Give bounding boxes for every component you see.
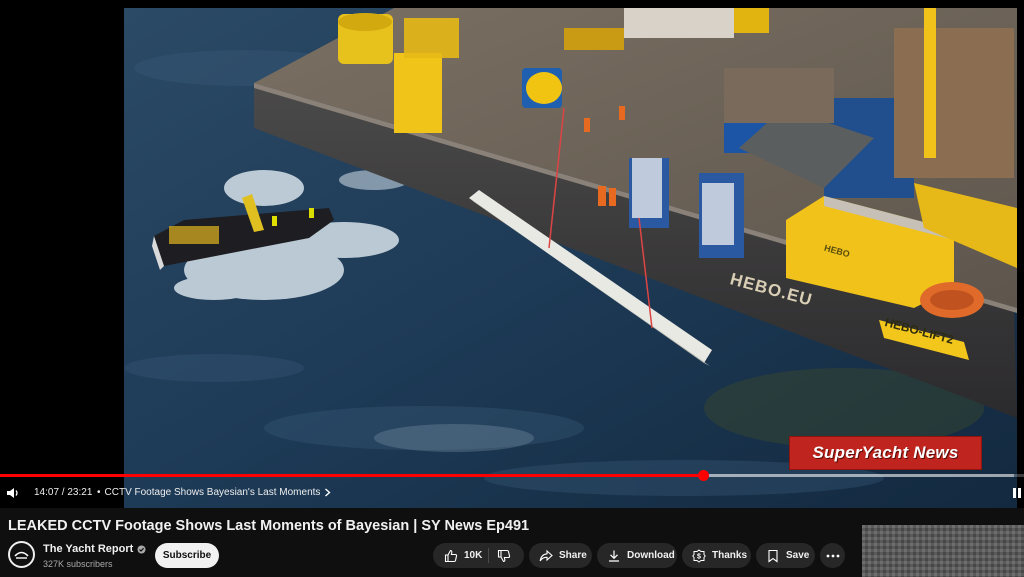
like-dislike-group: 10K <box>433 543 524 568</box>
thumbs-up-icon <box>444 549 458 562</box>
share-label: Share <box>559 550 587 561</box>
current-time: 14:07 <box>34 487 60 498</box>
volume-icon[interactable] <box>6 486 20 500</box>
video-title: LEAKED CCTV Footage Shows Last Moments o… <box>8 518 530 534</box>
svg-text:$: $ <box>697 553 701 560</box>
like-divider <box>488 548 489 563</box>
recommended-thumbnail[interactable] <box>862 525 1024 577</box>
video-scene <box>124 8 1017 508</box>
progress-bar[interactable] <box>0 470 1024 481</box>
more-actions-button[interactable] <box>820 543 845 568</box>
chapter-title: CCTV Footage Shows Bayesian's Last Momen… <box>104 487 321 498</box>
channel-avatar[interactable] <box>8 541 35 568</box>
duration: 23:21 <box>67 487 93 498</box>
dislike-button[interactable] <box>497 549 511 563</box>
bookmark-icon <box>768 549 778 563</box>
thanks-button[interactable]: $ Thanks <box>682 543 751 568</box>
verified-icon <box>137 545 146 553</box>
yacht-logo-icon <box>14 551 29 559</box>
share-button[interactable]: Share <box>529 543 592 568</box>
thanks-label: Thanks <box>712 550 748 561</box>
chevron-right-icon <box>325 488 331 497</box>
share-icon <box>539 549 553 561</box>
pause-icon[interactable] <box>1012 487 1022 499</box>
letterbox-right <box>1017 0 1024 508</box>
time-display: 14:07 / 23:21 <box>34 487 92 498</box>
download-label: Download <box>627 550 675 561</box>
video-player[interactable]: HEBO.EU HEBO-LIFT2 HEBO SuperYacht News … <box>0 0 1024 508</box>
thumbs-down-icon <box>497 549 511 563</box>
letterbox-left <box>0 0 124 508</box>
more-horizontal-icon <box>826 554 839 557</box>
subscribe-button[interactable]: Subscribe <box>155 543 219 568</box>
thanks-dollar-icon: $ <box>692 548 706 563</box>
thumbnail-pattern <box>862 525 1024 577</box>
like-count: 10K <box>464 550 483 561</box>
download-button[interactable]: Download <box>597 543 677 568</box>
channel-name-link[interactable]: The Yacht Report <box>43 543 146 555</box>
subscriber-count: 327K subscribers <box>43 559 113 569</box>
channel-watermark: SuperYacht News <box>789 436 982 470</box>
progress-played <box>0 474 704 477</box>
player-controls: 14:07 / 23:21 • CCTV Footage Shows Bayes… <box>0 480 1024 506</box>
channel-name: The Yacht Report <box>43 543 134 555</box>
download-icon <box>609 550 619 562</box>
save-button[interactable]: Save <box>756 543 815 568</box>
chapter-button[interactable]: • CCTV Footage Shows Bayesian's Last Mom… <box>97 487 331 498</box>
video-frame[interactable]: HEBO.EU HEBO-LIFT2 HEBO <box>124 8 1017 508</box>
chapter-dot: • <box>97 487 101 498</box>
save-label: Save <box>786 550 810 561</box>
like-button[interactable]: 10K <box>433 543 482 568</box>
